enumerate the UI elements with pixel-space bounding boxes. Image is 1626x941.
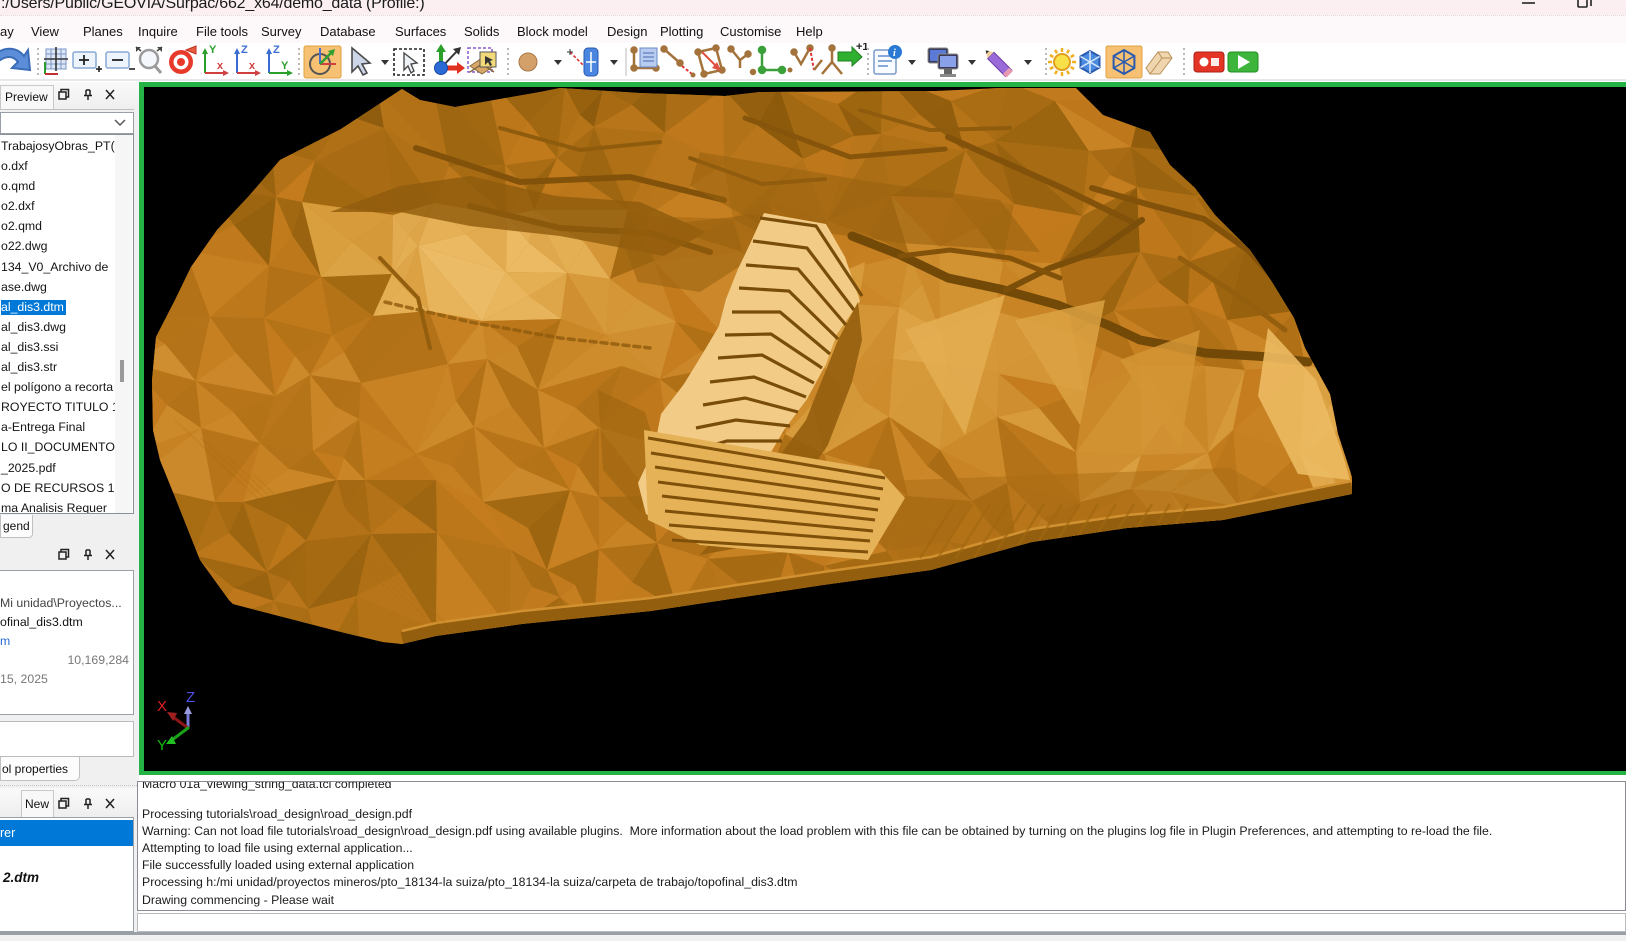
svg-text:Y: Y	[157, 737, 167, 754]
svg-text:Z: Z	[273, 44, 280, 56]
svg-text:X: X	[157, 698, 167, 715]
svg-text:Y: Y	[209, 44, 217, 56]
svg-text:x: x	[217, 60, 224, 72]
svg-text:Y: Y	[281, 60, 289, 72]
svg-text:i: i	[893, 48, 896, 59]
svg-text:Z: Z	[241, 44, 248, 56]
svg-text:x: x	[249, 60, 256, 72]
svg-text:Z: Z	[186, 689, 195, 706]
svg-text:+1: +1	[856, 43, 869, 53]
